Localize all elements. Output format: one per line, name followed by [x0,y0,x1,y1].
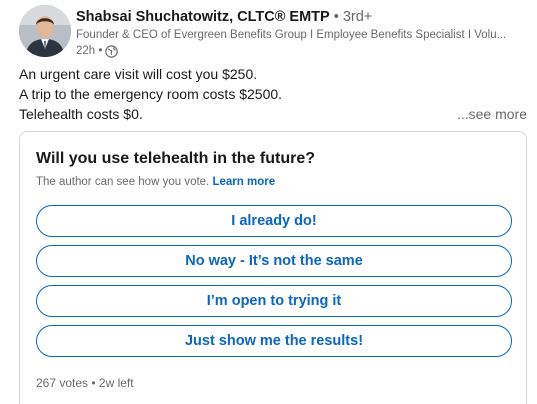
author-name[interactable]: Shabsai Shuchatowitz, CLTC® EMTP [76,9,330,25]
post-timestamp: 22h • [76,43,527,59]
author-headline: Founder & CEO of Evergreen Benefits Grou… [76,29,507,41]
author-name-line: Shabsai Shuchatowitz, CLTC® EMTP • 3rd+ [76,7,527,27]
author-meta: Shabsai Shuchatowitz, CLTC® EMTP • 3rd+ … [76,7,527,59]
poll-question: Will you use telehealth in the future? [36,150,315,167]
globe-icon [105,44,119,58]
poll-note-text: The author can see how you vote. [36,176,210,188]
poll-card: Will you use telehealth in the future? T… [19,131,527,404]
poll-option-show-results[interactable]: Just show me the results! [36,325,512,357]
avatar-image [19,5,71,57]
poll-option-no-way[interactable]: No way - It’s not the same [36,245,512,277]
poll-votes[interactable]: 267 votes [36,376,88,390]
avatar[interactable] [19,5,71,57]
learn-more-link[interactable]: Learn more [212,176,275,188]
poll-footer: 267 votes • 2w left [36,376,134,390]
post-line: Telehealth costs $0. [19,106,143,122]
post-line: An urgent care visit will cost you $250. [19,66,258,82]
post-header: Shabsai Shuchatowitz, CLTC® EMTP • 3rd+ … [19,5,527,61]
poll-note: The author can see how you vote. Learn m… [36,176,275,188]
connection-degree: • 3rd+ [329,9,373,25]
post-body: An urgent care visit will cost you $250.… [19,64,527,124]
post-line: A trip to the emergency room costs $2500… [19,86,283,102]
see-more-link[interactable]: ...see more [457,104,527,124]
post-time: 22h • [76,45,103,57]
poll-option-already-do[interactable]: I already do! [36,205,512,237]
poll-option-open-to-trying[interactable]: I’m open to trying it [36,285,512,317]
poll-separator: • [88,376,99,390]
poll-time-left: 2w left [98,376,134,390]
